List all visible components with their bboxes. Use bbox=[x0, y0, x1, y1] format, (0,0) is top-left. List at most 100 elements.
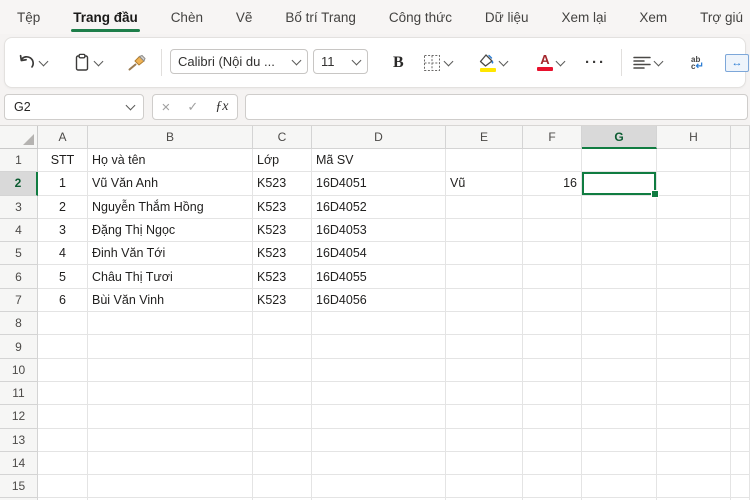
cell-E5[interactable] bbox=[446, 242, 523, 266]
borders-button[interactable] bbox=[423, 38, 454, 87]
cell-D14[interactable] bbox=[312, 451, 446, 476]
insert-function-button[interactable]: ƒx bbox=[215, 99, 228, 115]
cell-D2[interactable]: 16D4051 bbox=[312, 172, 446, 196]
cell-partial[interactable] bbox=[731, 288, 750, 313]
cell-A1[interactable]: STT bbox=[38, 149, 88, 173]
cell-D4[interactable]: 16D4053 bbox=[312, 218, 446, 243]
cell-partial[interactable] bbox=[731, 195, 750, 219]
cell-D7[interactable]: 16D4056 bbox=[312, 288, 446, 313]
cell-H12[interactable] bbox=[657, 405, 731, 429]
cell-E3[interactable] bbox=[446, 195, 523, 219]
row-header-9[interactable]: 9 bbox=[0, 335, 38, 359]
cell-H13[interactable] bbox=[657, 428, 731, 452]
tab-ve[interactable]: Vẽ bbox=[233, 0, 256, 34]
tab-trang-đau[interactable]: Trang đầu bbox=[70, 0, 141, 34]
cell-H8[interactable] bbox=[657, 312, 731, 336]
cell-E8[interactable] bbox=[446, 312, 523, 336]
cell-C10[interactable] bbox=[253, 358, 312, 382]
cell-B3[interactable]: Nguyễn Thắm Hồng bbox=[88, 195, 253, 219]
cell-G12[interactable] bbox=[582, 405, 657, 429]
cell-D12[interactable] bbox=[312, 405, 446, 429]
font-name-select[interactable]: Calibri (Nội du ... bbox=[170, 49, 308, 74]
cell-B7[interactable]: Bùi Văn Vinh bbox=[88, 288, 253, 313]
cell-C9[interactable] bbox=[253, 335, 312, 359]
cell-partial[interactable] bbox=[731, 312, 750, 336]
cell-B5[interactable]: Đinh Văn Tới bbox=[88, 242, 253, 266]
cell-H3[interactable] bbox=[657, 195, 731, 219]
col-header-F[interactable]: F bbox=[523, 126, 582, 149]
cell-F8[interactable] bbox=[523, 312, 582, 336]
cell-F14[interactable] bbox=[523, 451, 582, 476]
cell-B2[interactable]: Vũ Văn Anh bbox=[88, 172, 253, 196]
cell-D9[interactable] bbox=[312, 335, 446, 359]
col-header-C[interactable]: C bbox=[253, 126, 312, 149]
row-header-4[interactable]: 4 bbox=[0, 218, 38, 243]
cell-F13[interactable] bbox=[523, 428, 582, 452]
cell-H4[interactable] bbox=[657, 218, 731, 243]
cell-E7[interactable] bbox=[446, 288, 523, 313]
cell-G6[interactable] bbox=[582, 265, 657, 289]
col-header-H[interactable]: H bbox=[657, 126, 731, 149]
cell-A9[interactable] bbox=[38, 335, 88, 359]
tab-xem-lai[interactable]: Xem lại bbox=[558, 0, 609, 34]
row-header-12[interactable]: 12 bbox=[0, 405, 38, 429]
cell-G2[interactable] bbox=[582, 172, 659, 198]
cell-C13[interactable] bbox=[253, 428, 312, 452]
cell-E4[interactable] bbox=[446, 218, 523, 243]
cell-partial[interactable] bbox=[731, 149, 750, 173]
tab-chen[interactable]: Chèn bbox=[168, 0, 206, 34]
cell-E11[interactable] bbox=[446, 381, 523, 406]
cell-B11[interactable] bbox=[88, 381, 253, 406]
cell-G14[interactable] bbox=[582, 451, 657, 476]
cell-H14[interactable] bbox=[657, 451, 731, 476]
cell-A6[interactable]: 5 bbox=[38, 265, 88, 289]
cell-E6[interactable] bbox=[446, 265, 523, 289]
cell-A7[interactable]: 6 bbox=[38, 288, 88, 313]
cancel-button[interactable]: × bbox=[162, 99, 171, 116]
cell-H10[interactable] bbox=[657, 358, 731, 382]
font-color-button[interactable]: A bbox=[537, 38, 566, 87]
name-box[interactable]: G2 bbox=[4, 94, 144, 120]
cell-G4[interactable] bbox=[582, 218, 657, 243]
formula-input[interactable] bbox=[245, 94, 748, 120]
cell-F4[interactable] bbox=[523, 218, 582, 243]
format-painter-button[interactable] bbox=[127, 38, 147, 87]
cell-F7[interactable] bbox=[523, 288, 582, 313]
cell-A14[interactable] bbox=[38, 451, 88, 476]
row-header-13[interactable]: 13 bbox=[0, 428, 38, 452]
cell-partial[interactable] bbox=[731, 475, 750, 499]
cell-partial[interactable] bbox=[731, 358, 750, 382]
tab-xem[interactable]: Xem bbox=[636, 0, 670, 34]
cell-G10[interactable] bbox=[582, 358, 657, 382]
cell-D13[interactable] bbox=[312, 428, 446, 452]
tab-tro-giu[interactable]: Trợ giú bbox=[697, 0, 746, 34]
cell-partial[interactable] bbox=[731, 218, 750, 243]
cell-C15[interactable] bbox=[253, 475, 312, 499]
row-header-2[interactable]: 2 bbox=[0, 172, 38, 196]
col-header-E[interactable]: E bbox=[446, 126, 523, 149]
col-header-G[interactable]: G bbox=[582, 126, 657, 149]
enter-button[interactable]: ✓ bbox=[187, 99, 198, 115]
row-header-8[interactable]: 8 bbox=[0, 312, 38, 336]
row-header-6[interactable]: 6 bbox=[0, 265, 38, 289]
cell-D8[interactable] bbox=[312, 312, 446, 336]
cell-partial[interactable] bbox=[731, 428, 750, 452]
cell-E9[interactable] bbox=[446, 335, 523, 359]
cell-B12[interactable] bbox=[88, 405, 253, 429]
cell-B15[interactable] bbox=[88, 475, 253, 499]
cell-F3[interactable] bbox=[523, 195, 582, 219]
cell-F1[interactable] bbox=[523, 149, 582, 173]
alignment-button[interactable] bbox=[633, 38, 664, 87]
col-header-A[interactable]: A bbox=[38, 126, 88, 149]
cell-E15[interactable] bbox=[446, 475, 523, 499]
cell-B1[interactable]: Họ và tên bbox=[88, 149, 253, 173]
col-header-partial[interactable] bbox=[731, 126, 750, 149]
row-header-14[interactable]: 14 bbox=[0, 451, 38, 476]
bold-button[interactable]: B bbox=[393, 38, 404, 87]
cell-F5[interactable] bbox=[523, 242, 582, 266]
cell-B9[interactable] bbox=[88, 335, 253, 359]
cell-G9[interactable] bbox=[582, 335, 657, 359]
cell-F12[interactable] bbox=[523, 405, 582, 429]
row-header-1[interactable]: 1 bbox=[0, 149, 38, 173]
cell-D15[interactable] bbox=[312, 475, 446, 499]
